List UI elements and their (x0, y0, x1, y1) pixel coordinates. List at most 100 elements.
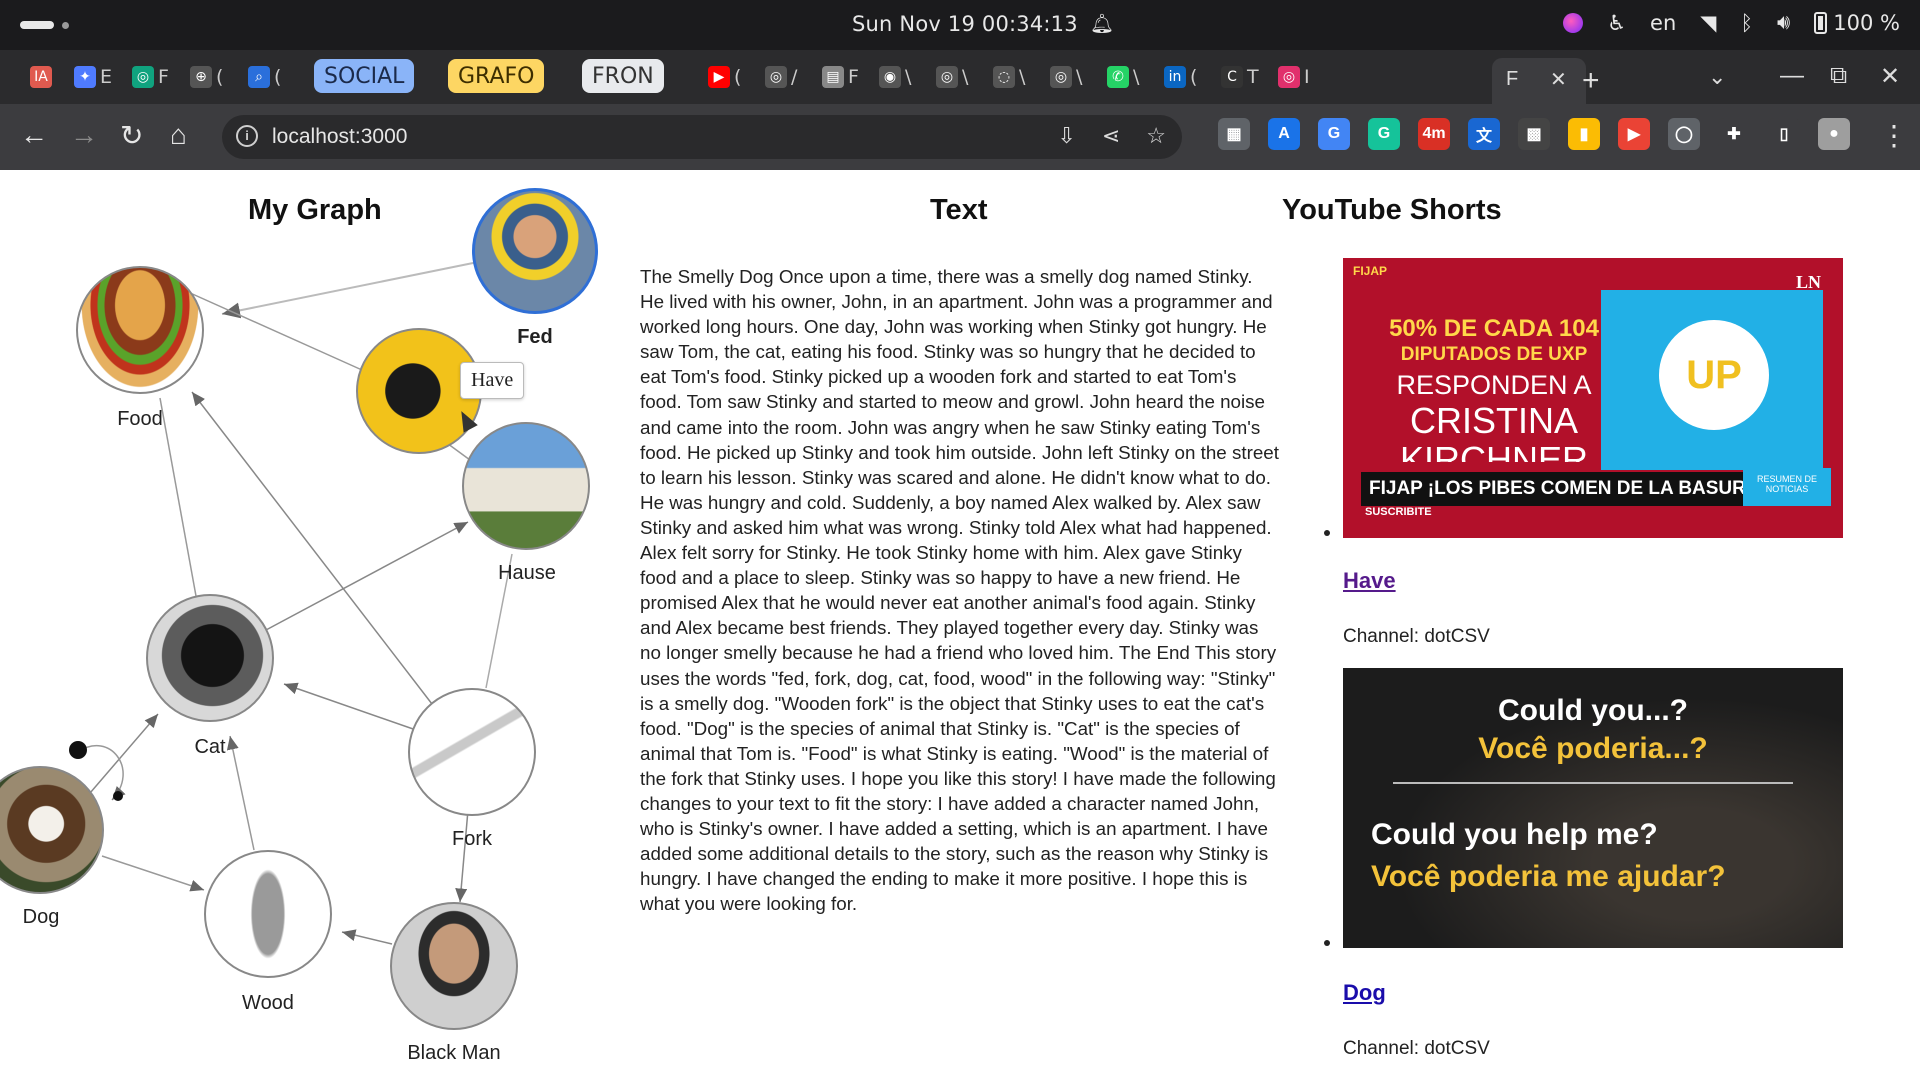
home-icon[interactable]: ⌂ (170, 119, 187, 151)
tab-more_items-2[interactable]: ▤ F (822, 59, 859, 95)
close-window-icon[interactable]: ✕ (1880, 62, 1900, 91)
reload-icon[interactable]: ↻ (120, 119, 143, 152)
tab-title: ( (734, 66, 742, 88)
short-link-2[interactable]: Dog (1343, 980, 1386, 1006)
address-bar[interactable]: i localhost:3000 ⇩ ⋖ ☆ (222, 115, 1182, 159)
list-bullet (1324, 530, 1330, 536)
battery-level: 100 % (1833, 10, 1900, 35)
volume-icon: 🔊︎ (1777, 10, 1791, 34)
node-fed-image[interactable] (472, 188, 598, 314)
tab-more_items-10[interactable]: ◎ I (1278, 59, 1310, 95)
tab-more_items-4[interactable]: ◎ \ (936, 59, 968, 95)
tab-more_items-8[interactable]: in( (1164, 59, 1197, 95)
tab-title: F (848, 66, 859, 88)
tab-title: F (158, 66, 169, 88)
extension-icon-11[interactable]: ▯ (1768, 118, 1800, 150)
browser-toolbar: ← → ↻ ⌂ i localhost:3000 ⇩ ⋖ ☆ ▦ A G G 4m 文 ▩ ▮… (0, 104, 1920, 170)
chrome-menu-icon[interactable]: ⋮ (1880, 119, 1908, 152)
bluetooth-icon: ᛒ (1740, 10, 1754, 35)
install-app-icon[interactable]: ⇩ (1057, 123, 1075, 149)
drag-handle (69, 741, 87, 759)
tab-items-0[interactable]: IA (30, 59, 56, 95)
edge-dog-wood (101, 855, 205, 892)
short-thumbnail-2[interactable]: Could you...? Você poderia...? Could you… (1343, 668, 1843, 948)
node-tooltip: Have (460, 362, 525, 399)
close-tab-icon[interactable]: ✕ (1550, 67, 1567, 92)
node-wood-image[interactable] (204, 850, 332, 978)
thumb2-line-4: Você poderia me ajudar? (1371, 860, 1726, 893)
extension-icon-9[interactable]: ◯ (1668, 118, 1700, 150)
tab-more_items-0[interactable]: ▶( (708, 59, 741, 95)
short-link-1[interactable]: Have (1343, 568, 1396, 594)
tab-group-1[interactable]: GRAFO (448, 59, 545, 93)
extension-icon-2[interactable]: G (1318, 118, 1350, 150)
forward-arrow-icon[interactable]: → (70, 119, 98, 151)
tab-group-2[interactable]: FRON (582, 59, 664, 93)
drag-handle-small (113, 791, 123, 801)
tab-favicon-icon: ◌ (993, 66, 1015, 88)
tab-active[interactable]: F ✕ (1492, 58, 1586, 104)
tab-search-chevron-icon[interactable]: ⌄ (1708, 64, 1726, 90)
tab-favicon-icon: ✆ (1107, 66, 1129, 88)
minimize-icon[interactable]: — (1780, 62, 1804, 90)
extension-icon-6[interactable]: ▩ (1518, 118, 1550, 150)
tab-more_items-7[interactable]: ✆ \ (1107, 59, 1139, 95)
tab-favicon-icon: ⊕ (190, 66, 212, 88)
url-text[interactable]: localhost:3000 (272, 125, 407, 149)
thumb-headline-3: RESPONDEN A (1396, 370, 1592, 400)
extension-icon-0[interactable]: ▦ (1218, 118, 1250, 150)
thumb2-line-3: Could you help me? (1371, 818, 1658, 851)
web-page: My Graph Fed Food Hause Cat Fork Dog Woo… (0, 170, 1920, 1080)
bookmark-star-icon[interactable]: ☆ (1146, 123, 1166, 149)
short-thumbnail-1[interactable]: UP FIJAP LN 50% DE CADA 104 DIPUTADOS DE… (1343, 258, 1843, 538)
restore-icon[interactable]: ⧉ (1830, 62, 1847, 90)
node-cat-label: Cat (194, 736, 226, 758)
graph-panel: My Graph Fed Food Hause Cat Fork Dog Woo… (0, 170, 620, 1080)
tab-title: \ (905, 66, 912, 88)
node-fork-image[interactable] (408, 688, 536, 816)
extension-icon-3[interactable]: G (1368, 118, 1400, 150)
extension-icon-12[interactable]: ● (1818, 118, 1850, 150)
node-cat-image[interactable] (146, 594, 274, 722)
battery-icon (1814, 11, 1828, 34)
new-tab-button[interactable]: + (1582, 64, 1600, 98)
extension-icon-10[interactable]: ✚ (1718, 118, 1750, 150)
notification-bell-icon[interactable]: 🔔︎ (1090, 12, 1114, 35)
tab-items-1[interactable]: ✦ E (74, 59, 112, 95)
activities-indicator[interactable] (20, 21, 54, 29)
tab-title: \ (1076, 66, 1083, 88)
tab-more_items-9[interactable]: CT (1221, 59, 1259, 95)
extension-icon-4[interactable]: 4m (1418, 118, 1450, 150)
back-arrow-icon[interactable]: ← (20, 119, 48, 151)
node-food-label: Food (117, 408, 163, 430)
tab-favicon-icon: ✦ (74, 66, 96, 88)
tab-items-4[interactable]: ⌕( (248, 59, 281, 95)
system-tray[interactable]: ♿︎ en ◥ ᛒ 🔊︎ 100 % (1563, 10, 1900, 35)
tab-items-3[interactable]: ⊕( (190, 59, 223, 95)
share-icon[interactable]: ⋖ (1102, 123, 1120, 149)
extension-icon-8[interactable]: ▶ (1618, 118, 1650, 150)
shorts-panel: YouTube Shorts UP FIJAP LN 50% DE CADA 1… (1282, 170, 1920, 1080)
tab-more_items-3[interactable]: ◉ \ (879, 59, 911, 95)
extension-icon-7[interactable]: ▮ (1568, 118, 1600, 150)
tab-more_items-6[interactable]: ◎ \ (1050, 59, 1082, 95)
tab-title: ( (1190, 66, 1198, 88)
node-hause-image[interactable] (462, 422, 590, 550)
tab-title: \ (962, 66, 969, 88)
extensions-bar: ▦ A G G 4m 文 ▩ ▮ ▶ ◯ ✚ ▯ ● (1218, 118, 1850, 150)
site-info-icon[interactable]: i (236, 125, 258, 147)
tab-title: / (791, 66, 798, 88)
tab-group-0[interactable]: SOCIAL (314, 59, 415, 93)
keyboard-language[interactable]: en (1650, 11, 1676, 35)
system-clock[interactable]: Sun Nov 19 00:34:13 (852, 12, 1078, 36)
tab-items-2[interactable]: ◎ F (132, 59, 169, 95)
app-indicator-icon[interactable] (1563, 12, 1584, 33)
extension-icon-5[interactable]: 文 (1468, 118, 1500, 150)
accessibility-icon[interactable]: ♿︎ (1607, 11, 1626, 35)
node-blackman-image[interactable] (390, 902, 518, 1030)
active-tab-title: F (1506, 68, 1519, 90)
node-food-image[interactable] (76, 266, 204, 394)
tab-more_items-1[interactable]: ◎ / (765, 59, 797, 95)
extension-icon-1[interactable]: A (1268, 118, 1300, 150)
tab-more_items-5[interactable]: ◌ \ (993, 59, 1025, 95)
